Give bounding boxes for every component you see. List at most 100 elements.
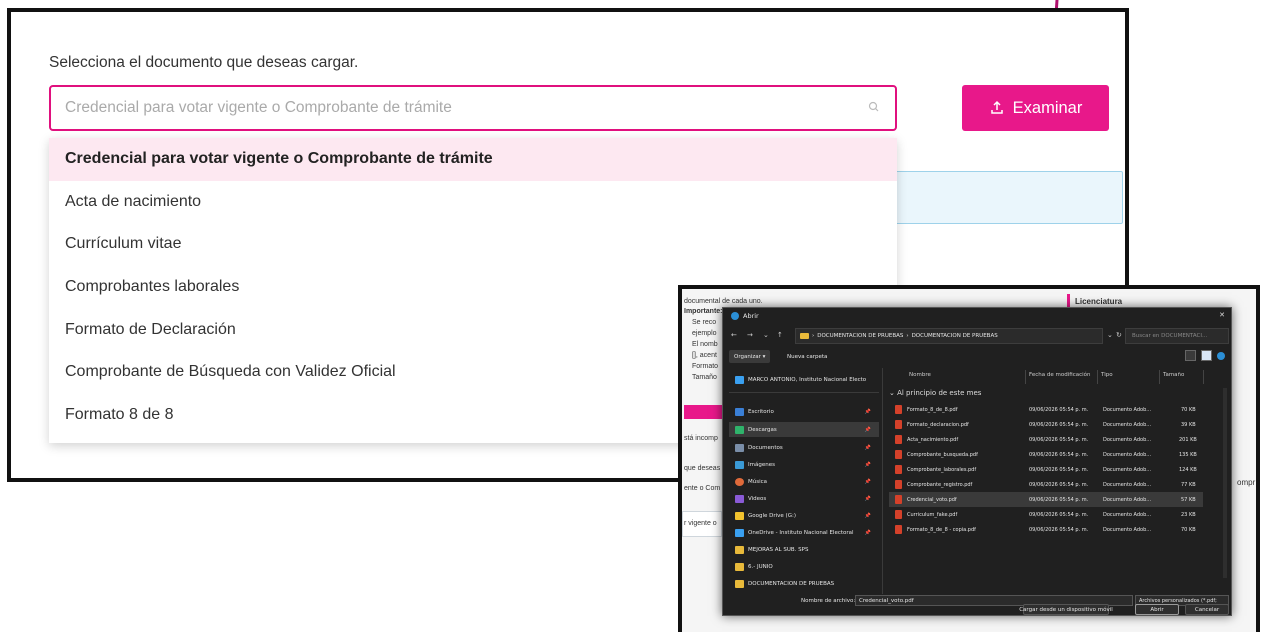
pin-icon[interactable]: 📌 [865,462,871,468]
new-folder-button[interactable]: Nueva carpeta [787,350,827,363]
chevron-down-icon[interactable]: ⌄ [1107,331,1113,339]
file-row[interactable]: Formato_8_de_8.pdf 09/06/2026 05:54 p. m… [889,402,1203,417]
dropdown-option[interactable]: Credencial para votar vigente o Comproba… [49,138,897,181]
preview-pane-icon[interactable] [1201,350,1212,361]
breadcrumb-item[interactable]: DOCUMENTACION DE PRUEBAS [912,333,998,339]
column-divider[interactable] [1203,370,1204,384]
pin-icon[interactable]: 📌 [865,479,871,485]
browse-button[interactable]: Examinar [962,85,1109,131]
group-header[interactable]: ⌄ Al principio de este mes [889,389,981,397]
pdf-file-icon [895,510,902,519]
file-row[interactable]: Comprobante_registro.pdf 09/06/2026 05:5… [889,477,1203,492]
file-type: Documento Adob... [1103,452,1152,458]
sidebar-item-folder[interactable]: MEJORAS AL SUB. SPS [729,542,879,557]
cloud-icon [735,375,744,384]
help-icon[interactable] [1217,351,1225,360]
file-date: 09/06/2026 05:54 p. m. [1029,512,1089,518]
file-row[interactable]: Comprobante_busqueda.pdf 09/06/2026 05:5… [889,447,1203,462]
pdf-file-icon [895,480,902,489]
column-header-name[interactable]: Nombre [909,372,931,378]
open-button[interactable]: Abrir [1135,604,1179,615]
file-row[interactable]: Curriculum_fake.pdf 09/06/2026 05:54 p. … [889,507,1203,522]
folder-icon [735,562,744,571]
pin-icon[interactable]: 📌 [865,530,871,536]
background-text: r vigente o [684,520,717,527]
file-row[interactable]: Formato_declaracion.pdf 09/06/2026 05:54… [889,417,1203,432]
pin-icon[interactable]: 📌 [865,445,871,451]
column-divider[interactable] [1025,370,1026,384]
up-arrow-icon[interactable]: ↑ [777,331,783,339]
download-icon [735,425,744,434]
pin-icon[interactable]: 📌 [865,409,871,415]
dropdown-option[interactable]: Currículum vitae [49,223,897,266]
file-name: Comprobante_registro.pdf [907,482,973,488]
chevron-down-icon[interactable]: ⌄ [763,331,769,339]
sidebar-item-music[interactable]: Música 📌 [729,474,879,489]
desktop-icon [735,407,744,416]
sidebar-item-label: Google Drive (G:) [748,512,796,519]
sidebar-item-pictures[interactable]: Imágenes 📌 [729,457,879,472]
file-date: 09/06/2026 05:54 p. m. [1029,452,1089,458]
file-size: 201 KB [1179,437,1197,443]
background-text: Tamaño [692,374,717,381]
background-text: Licenciatura [1075,297,1123,306]
pdf-file-icon [895,405,902,414]
pdf-file-icon [895,420,902,429]
column-header-date[interactable]: Fecha de modificación [1029,372,1091,378]
scrollbar[interactable] [1223,388,1227,578]
file-name: Comprobante_laborales.pdf [907,467,977,473]
close-icon[interactable]: ✕ [1219,311,1225,319]
back-arrow-icon[interactable]: ← [731,331,737,339]
sidebar-item-onedrive-account[interactable]: MARCO ANTONIO, Instituto Nacional Electo [729,372,879,387]
pin-icon[interactable]: 📌 [865,496,871,502]
load-from-mobile-button[interactable]: Cargar desde un dispositivo móvil [1019,604,1113,615]
sidebar-item-folder[interactable]: DOCUMENTACION DE PRUEBAS [729,576,879,591]
sidebar-item-google-drive[interactable]: Google Drive (G:) 📌 [729,508,879,523]
sidebar-item-folder[interactable]: 6.- JUNIO [729,559,879,574]
forward-arrow-icon[interactable]: → [747,331,753,339]
sidebar-item-documents[interactable]: Documentos 📌 [729,440,879,455]
sidebar-item-desktop[interactable]: Escritorio 📌 [729,404,879,419]
view-mode-icon[interactable] [1185,350,1196,361]
file-size: 39 KB [1181,422,1196,428]
file-date: 09/06/2026 05:54 p. m. [1029,437,1089,443]
file-row[interactable]: Acta_nacimiento.pdf 09/06/2026 05:54 p. … [889,432,1203,447]
breadcrumb-item[interactable]: DOCUMENTACION DE PRUEBAS [817,333,903,339]
divider [729,392,879,393]
sidebar-item-label: 6.- JUNIO [748,563,773,570]
address-bar[interactable]: › DOCUMENTACION DE PRUEBAS › DOCUMENTACI… [795,328,1103,344]
sidebar-item-onedrive[interactable]: OneDrive - Instituto Nacional Electoral … [729,525,879,540]
file-name: Curriculum_fake.pdf [907,512,958,518]
organize-button[interactable]: Organizar ▾ [729,350,771,363]
file-type: Documento Adob... [1103,407,1152,413]
chevron-right-icon: › [812,333,815,339]
dialog-titlebar: Abrir [723,308,1231,324]
document-type-select[interactable]: Credencial para votar vigente o Comproba… [49,85,897,131]
refresh-icon[interactable]: ↻ [1116,331,1122,339]
column-header-size[interactable]: Tamaño [1163,372,1184,378]
background-text: Importante: [684,308,723,315]
pdf-file-icon [895,465,902,474]
pin-icon[interactable]: 📌 [865,513,871,519]
file-row[interactable]: Comprobante_laborales.pdf 09/06/2026 05:… [889,462,1203,477]
pin-icon[interactable]: 📌 [865,427,871,433]
background-text: ejemplo [692,330,717,337]
search-placeholder: Buscar en DOCUMENTACI... [1132,333,1208,339]
file-name: Formato_8_de_8.pdf [907,407,958,413]
file-row-selected[interactable]: Credencial_voto.pdf 09/06/2026 05:54 p. … [889,492,1203,507]
column-divider[interactable] [1097,370,1098,384]
sidebar-item-videos[interactable]: Videos 📌 [729,491,879,506]
column-header-type[interactable]: Tipo [1101,372,1113,378]
file-date: 09/06/2026 05:54 p. m. [1029,527,1089,533]
background-text: Se reco [692,319,717,326]
chevron-right-icon: › [906,333,909,339]
column-divider[interactable] [1159,370,1160,384]
file-row[interactable]: Formato_8_de_8 - copia.pdf 09/06/2026 05… [889,522,1203,537]
file-type: Documento Adob... [1103,512,1152,518]
dropdown-option[interactable]: Acta de nacimiento [49,181,897,224]
cancel-button[interactable]: Cancelar [1185,604,1229,615]
search-input[interactable]: Buscar en DOCUMENTACI... [1125,328,1229,344]
file-name: Credencial_voto.pdf [907,497,957,503]
sidebar-item-label: Documentos [748,444,783,451]
sidebar-item-downloads[interactable]: Descargas 📌 [729,422,879,437]
